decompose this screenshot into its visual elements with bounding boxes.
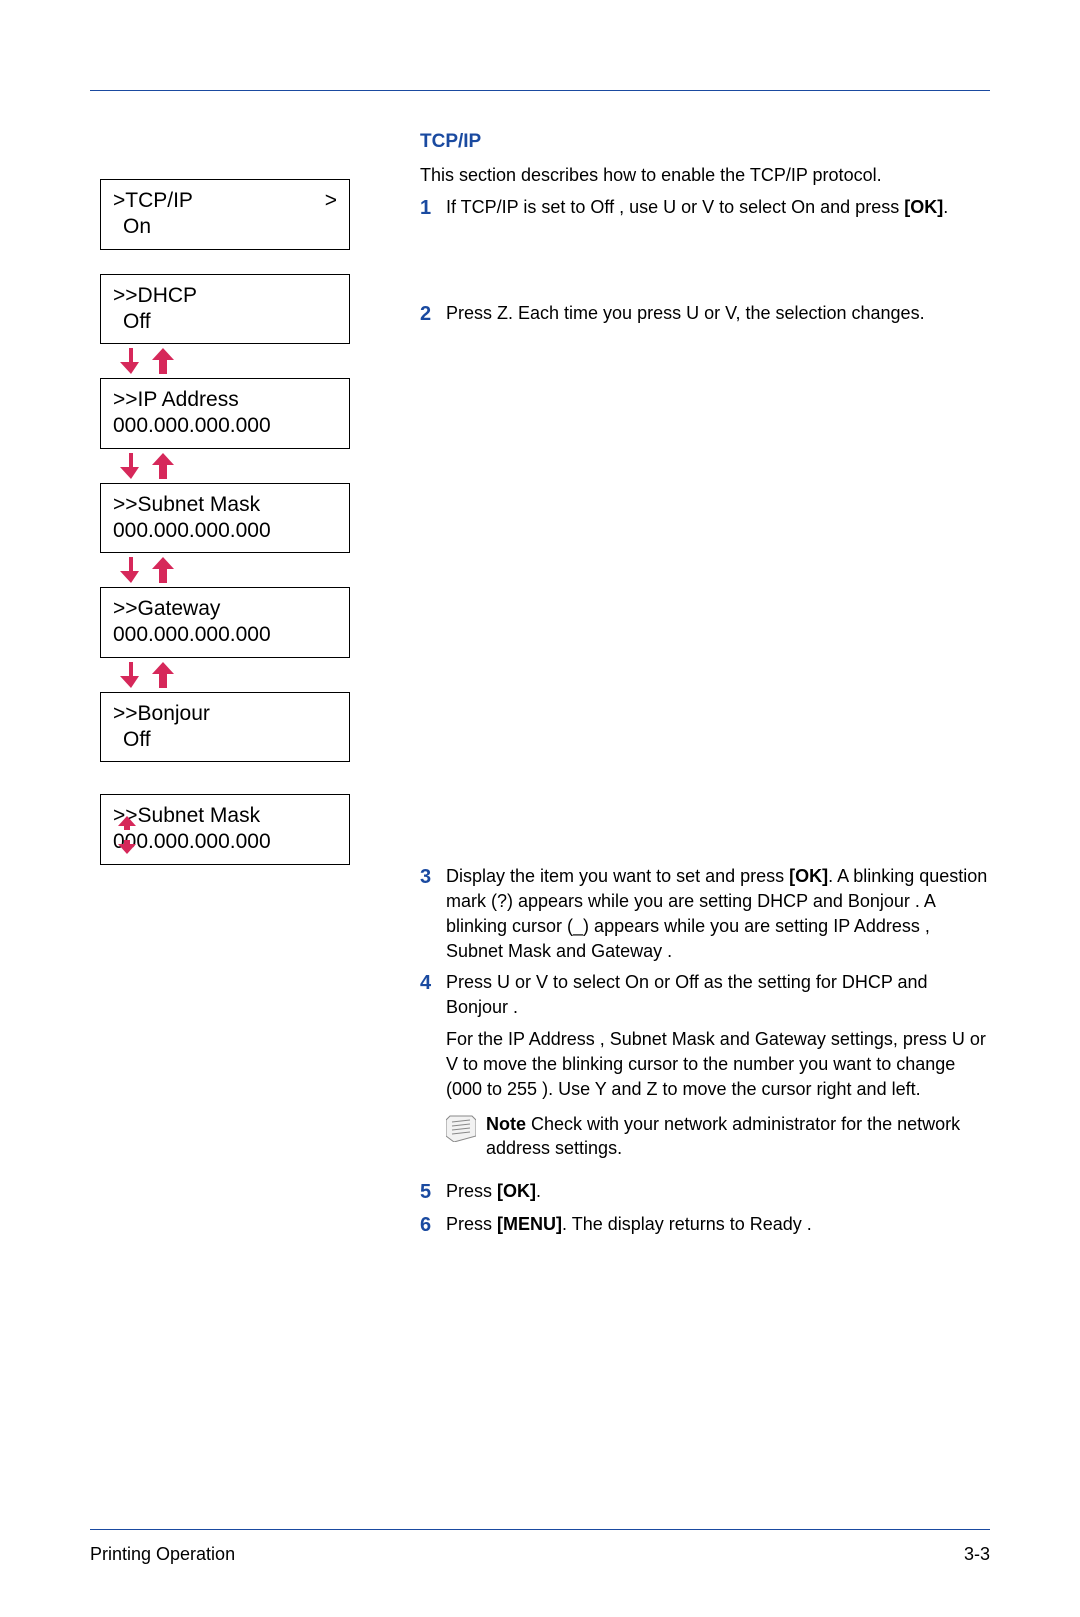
arrow-down-icon — [120, 453, 142, 479]
page-footer: Printing Operation 3-3 — [90, 1529, 990, 1565]
ok-key: [OK] — [497, 1181, 536, 1201]
step-text: For the IP Address , Subnet Mask and Gat… — [446, 1027, 990, 1101]
arrow-pair — [120, 557, 390, 583]
lcd-caret: > — [325, 188, 337, 214]
step-1: 1 If TCP/IP is set to Off , use U or V t… — [420, 195, 990, 223]
note-block: Note Check with your network administrat… — [446, 1112, 990, 1161]
step-text: If TCP/IP is set to Off , use U or V to … — [446, 197, 904, 217]
step-text: Press — [446, 1181, 497, 1201]
ok-key: [OK] — [789, 866, 828, 886]
lcd-value: Off — [113, 727, 337, 753]
lcd-label: >>Bonjour — [113, 701, 337, 727]
ok-key: [OK] — [904, 197, 943, 217]
lcd-subnet-cursor: >>Subnet Mask 000.000.000.000 — [100, 794, 350, 865]
arrow-pair — [120, 453, 390, 479]
section-heading: TCP/IP — [420, 131, 990, 153]
arrow-pair — [120, 662, 390, 688]
menu-key: [MENU] — [497, 1214, 562, 1234]
lcd-value: Off — [113, 309, 337, 335]
footer-right: 3-3 — [964, 1544, 990, 1565]
step-text: . — [536, 1181, 541, 1201]
step-number: 2 — [420, 301, 446, 329]
lcd-subnet: >>Subnet Mask 000.000.000.000 — [100, 483, 350, 554]
text-column: TCP/IP This section describes how to ena… — [390, 131, 990, 1246]
lcd-value: 000.000.000.000 — [113, 622, 337, 648]
arrow-down-icon — [120, 348, 142, 374]
step-text: Display the item you want to set and pre… — [446, 866, 789, 886]
lcd-ip: >>IP Address 000.000.000.000 — [100, 378, 350, 449]
lcd-label: >>Subnet Mask — [113, 803, 337, 829]
step-5: 5 Press [OK]. — [420, 1179, 990, 1207]
lcd-tcpip: >TCP/IP > On — [100, 179, 350, 250]
lcd-value: 000.000.000.000 — [113, 829, 337, 855]
footer-left: Printing Operation — [90, 1544, 235, 1565]
step-6: 6 Press [MENU]. The display returns to R… — [420, 1212, 990, 1240]
lcd-value: 000.000.000.000 — [113, 518, 337, 544]
note-label: Note — [486, 1114, 526, 1134]
step-text: Press Z. Each time you press U or V, the… — [446, 301, 990, 329]
lcd-dhcp: >>DHCP Off — [100, 274, 350, 345]
step-4: 4 Press U or V to select On or Off as th… — [420, 970, 990, 1173]
lcd-label: >>Subnet Mask — [113, 492, 337, 518]
step-number: 4 — [420, 970, 446, 1173]
lcd-label: >>DHCP — [113, 283, 337, 309]
note-icon — [446, 1114, 476, 1142]
step-number: 3 — [420, 864, 446, 963]
arrow-up-icon — [152, 348, 174, 374]
step-number: 1 — [420, 195, 446, 223]
step-list: 1 If TCP/IP is set to Off , use U or V t… — [420, 195, 990, 1239]
content: >TCP/IP > On >>DHCP Off >>IP Address — [90, 91, 990, 1246]
lcd-value: On — [113, 214, 337, 240]
step-2: 2 Press Z. Each time you press U or V, t… — [420, 301, 990, 329]
lcd-gateway: >>Gateway 000.000.000.000 — [100, 587, 350, 658]
lcd-label: >>IP Address — [113, 387, 337, 413]
arrow-up-icon — [152, 662, 174, 688]
note-text: Check with your network administrator fo… — [486, 1114, 960, 1158]
step-number: 6 — [420, 1212, 446, 1240]
step-number: 5 — [420, 1179, 446, 1207]
arrow-down-icon — [120, 557, 142, 583]
step-text: . — [943, 197, 948, 217]
lcd-value: 000.000.000.000 — [113, 413, 337, 439]
lcd-label: >>Gateway — [113, 596, 337, 622]
arrow-down-icon — [120, 662, 142, 688]
lcd-bonjour: >>Bonjour Off — [100, 692, 350, 763]
step-text: . The display returns to Ready . — [562, 1214, 812, 1234]
step-text: Press U or V to select On or Off as the … — [446, 970, 990, 1020]
lcd-label: >TCP/IP — [113, 188, 193, 214]
arrow-pair — [120, 348, 390, 374]
step-text: Press — [446, 1214, 497, 1234]
page-body: >TCP/IP > On >>DHCP Off >>IP Address — [90, 90, 990, 1360]
arrow-up-icon — [152, 557, 174, 583]
lcd-column: >TCP/IP > On >>DHCP Off >>IP Address — [90, 131, 390, 1246]
arrow-up-icon — [152, 453, 174, 479]
step-3: 3 Display the item you want to set and p… — [420, 864, 990, 963]
intro-text: This section describes how to enable the… — [420, 163, 990, 187]
